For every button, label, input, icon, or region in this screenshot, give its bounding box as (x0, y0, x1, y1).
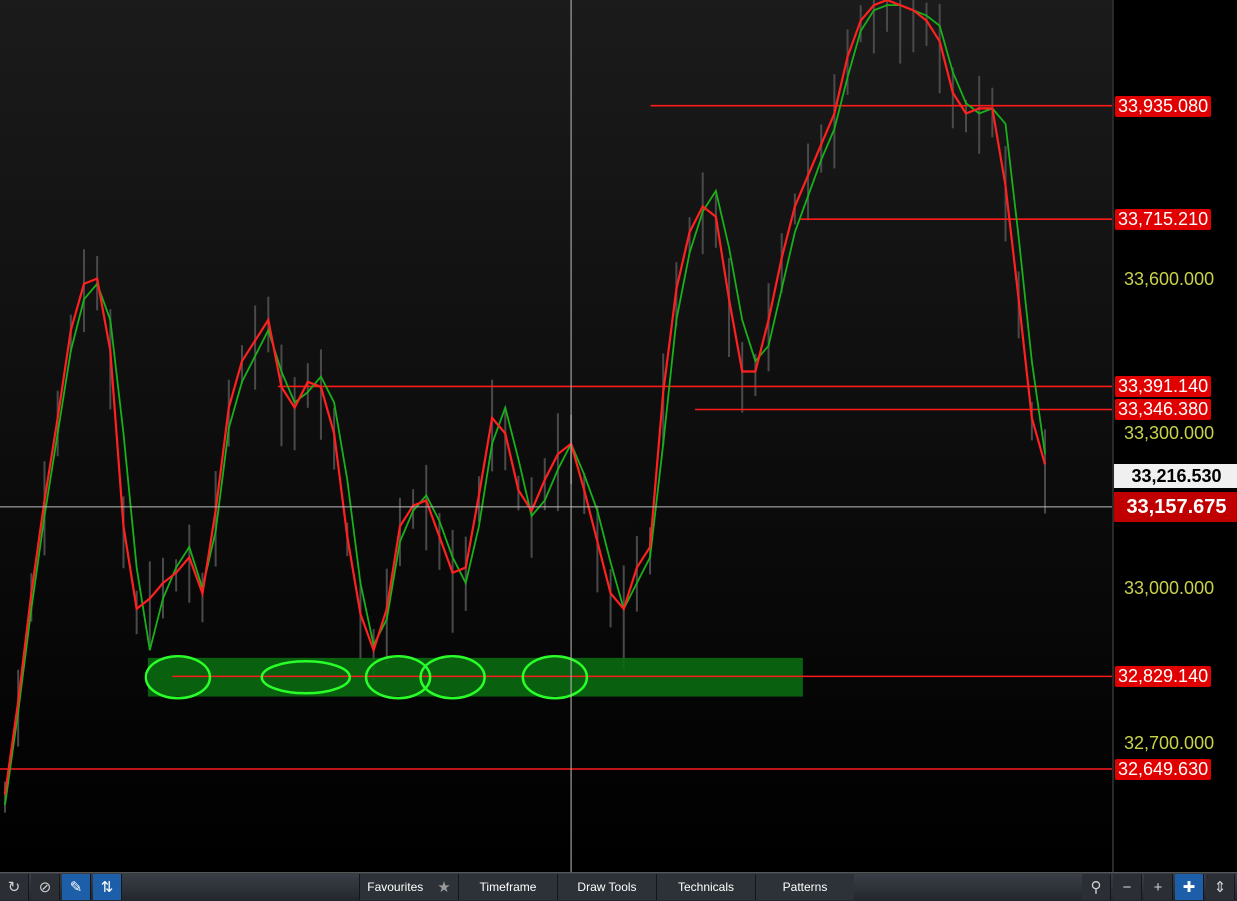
timeframe-label: Timeframe (479, 880, 537, 894)
favourites-label: Favourites (367, 880, 424, 894)
level-tag-2: 33,391.140 (1115, 376, 1212, 398)
patterns-label: Patterns (782, 880, 828, 894)
bottom-toolbar: ↻ ⊘ ✎ ⇅ Favourites ★ Timeframe Draw Tool… (0, 872, 1237, 901)
price-tick-3: 32,700.000 (1124, 733, 1215, 753)
chart-plot-area[interactable] (0, 0, 1112, 872)
draw-tools-label: Draw Tools (577, 880, 637, 894)
no-entry-icon[interactable]: ⊘ (31, 874, 60, 900)
up-down-arrows-icon[interactable]: ⇅ (93, 874, 122, 900)
pencil-icon[interactable]: ✎ (62, 874, 91, 900)
favourites-menu[interactable]: Favourites ★ (359, 874, 458, 900)
minus-icon[interactable]: − (1113, 874, 1142, 900)
level-tag-5: 32,649.630 (1115, 758, 1212, 780)
level-tag-4: 32,829.140 (1115, 666, 1212, 688)
level-tag-3: 33,346.380 (1115, 399, 1212, 421)
price-axis[interactable]: 33,600.000 33,300.000 33,000.000 32,700.000… (1112, 0, 1237, 872)
price-tick-1: 33,300.000 (1124, 423, 1215, 444)
star-icon[interactable]: ★ (437, 878, 450, 896)
price-tick-2: 33,000.000 (1124, 578, 1215, 599)
current-price-tag: 33,216.530 (1114, 464, 1237, 489)
last-price-tag: 33,157.675 (1114, 491, 1237, 522)
plus-icon[interactable]: + (1144, 874, 1173, 900)
level-tag-1: 33,715.210 (1115, 209, 1212, 231)
draw-tools-menu[interactable]: Draw Tools (557, 874, 656, 900)
level-tag-0: 33,935.080 (1115, 95, 1212, 117)
technicals-label: Technicals (677, 880, 735, 894)
technicals-menu[interactable]: Technicals (656, 874, 755, 900)
refresh-icon[interactable]: ↻ (0, 874, 29, 900)
price-chart[interactable] (0, 0, 1112, 872)
price-tick-0: 33,600.000 (1124, 268, 1215, 289)
timeframe-menu[interactable]: Timeframe (458, 874, 557, 900)
tree-icon[interactable]: ⚲ (1082, 874, 1111, 900)
crosshair-icon[interactable]: ✚ (1175, 874, 1204, 900)
patterns-menu[interactable]: Patterns (755, 874, 854, 900)
vertical-expand-icon[interactable]: ⇕ (1206, 874, 1235, 900)
